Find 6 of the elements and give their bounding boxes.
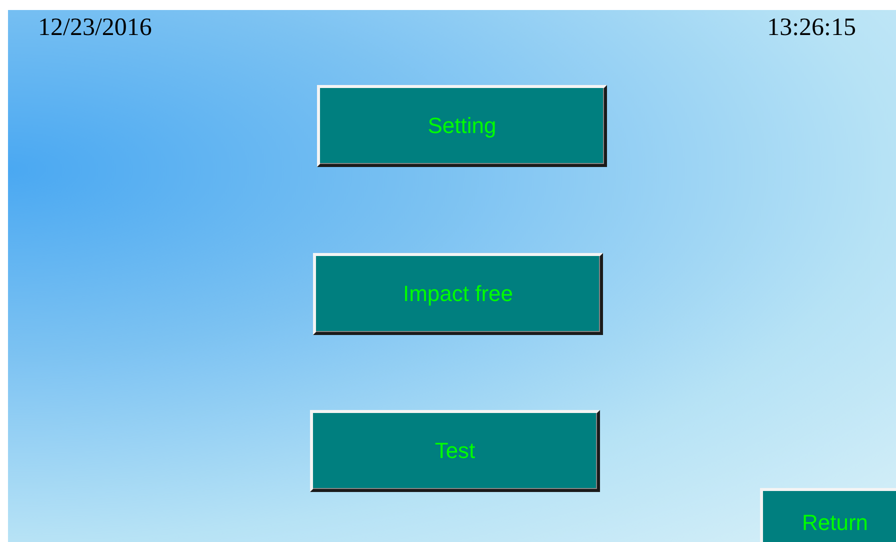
menu-button[interactable]: Impact free — [313, 253, 603, 335]
menu-button[interactable]: Test — [310, 410, 600, 492]
return-button[interactable]: Return — [760, 488, 896, 542]
menu-button[interactable]: Setting — [317, 85, 607, 167]
time-display: 13:26:15 — [767, 14, 856, 42]
date-display: 12/23/2016 — [38, 14, 152, 42]
